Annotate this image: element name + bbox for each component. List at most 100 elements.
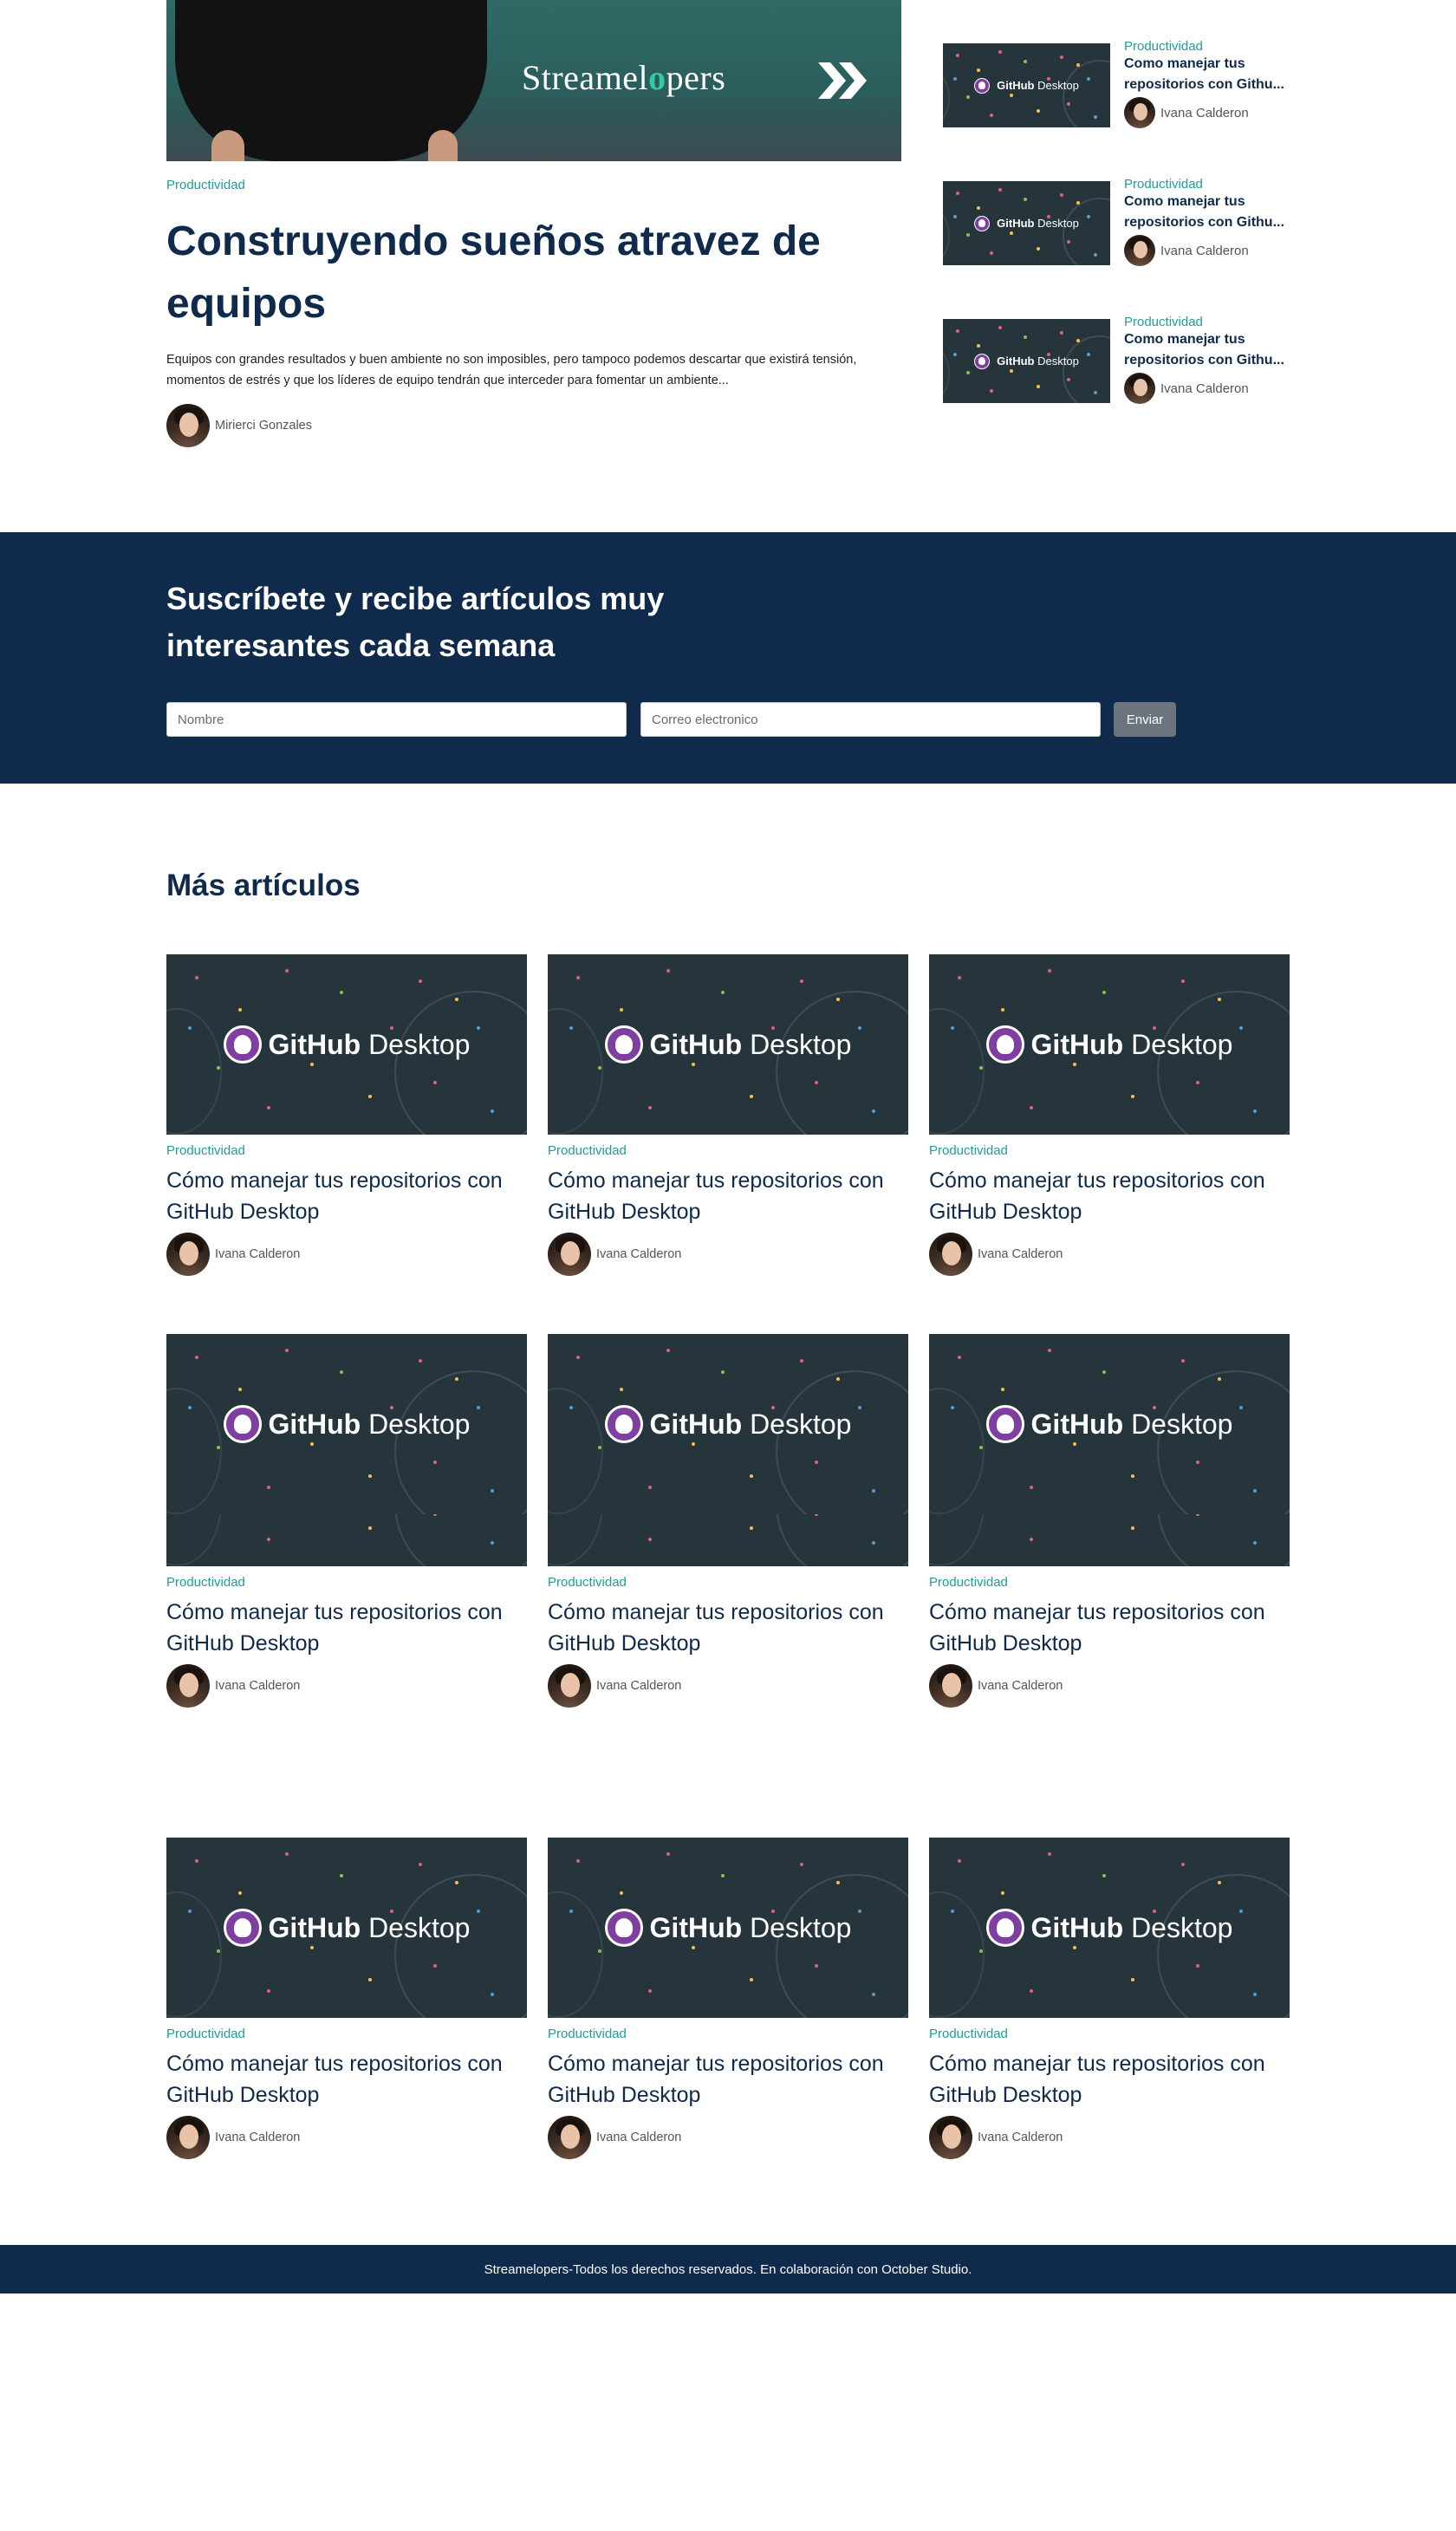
github-icon xyxy=(223,1909,262,1947)
card-thumbnail[interactable]: GitHub Desktop xyxy=(166,1838,527,2018)
avatar xyxy=(929,2116,972,2159)
card-author[interactable]: Ivana Calderon xyxy=(548,2116,908,2159)
card-title[interactable]: Cómo manejar tus repositorios con GitHub… xyxy=(548,1597,908,1659)
github-desktop-thumbnail: GitHub Desktop xyxy=(166,1838,527,2018)
card-author[interactable]: Ivana Calderon xyxy=(548,1233,908,1276)
card-title[interactable]: Cómo manejar tus repositorios con GitHub… xyxy=(929,1165,1290,1227)
author-name: Ivana Calderon xyxy=(596,2131,682,2144)
email-input[interactable] xyxy=(640,702,1101,737)
avatar xyxy=(548,1664,591,1708)
card-thumbnail[interactable]: GitHub Desktop xyxy=(166,954,527,1135)
author-name: Ivana Calderon xyxy=(978,2131,1063,2144)
avatar xyxy=(166,1664,210,1708)
footer-text: Streamelopers-Todos los derechos reserva… xyxy=(484,2261,972,2277)
card-title[interactable]: Cómo manejar tus repositorios con GitHub… xyxy=(929,2048,1290,2111)
article-card[interactable]: GitHub Desktop Productividad Cómo manejar … xyxy=(929,1838,1290,2159)
newsletter-title: Suscríbete y recibe artículos muy intere… xyxy=(166,581,665,663)
card-author[interactable]: Ivana Calderon xyxy=(166,1233,527,1276)
card-thumbnail[interactable]: GitHub Desktop xyxy=(929,1838,1290,2018)
sidebar-article[interactable]: GitHub Desktop Productividad Como manejar … xyxy=(943,39,1298,139)
card-title[interactable]: Cómo manejar tus repositorios con GitHub… xyxy=(548,2048,908,2111)
sidebar-thumbnail[interactable]: GitHub Desktop xyxy=(943,43,1110,127)
featured-title[interactable]: Construyendo sueños atravez de equipos xyxy=(166,211,825,335)
github-icon xyxy=(974,77,991,94)
github-desktop-thumbnail: GitHub Desktop xyxy=(929,1334,1290,1514)
card-author[interactable]: Ivana Calderon xyxy=(166,2116,527,2159)
card-thumbnail[interactable]: GitHub Desktop xyxy=(166,1334,527,1514)
author-name: Ivana Calderon xyxy=(596,1679,682,1693)
avatar xyxy=(1124,235,1155,266)
sidebar-article[interactable]: GitHub Desktop Productividad Como manejar … xyxy=(943,177,1298,277)
streamelopers-logo: Streamelopers xyxy=(522,58,726,97)
sidebar-author[interactable]: Ivana Calderon xyxy=(1124,373,1297,404)
sidebar-author[interactable]: Ivana Calderon xyxy=(1124,97,1297,128)
name-input[interactable] xyxy=(166,702,627,737)
avatar xyxy=(1124,97,1155,128)
card-title[interactable]: Cómo manejar tus repositorios con GitHub… xyxy=(929,1597,1290,1659)
card-thumbnail[interactable]: GitHub Desktop xyxy=(548,1334,908,1514)
more-articles-title: Más artículos xyxy=(166,869,361,902)
author-name: Ivana Calderon xyxy=(1160,381,1249,396)
sidebar-author[interactable]: Ivana Calderon xyxy=(1124,235,1297,266)
github-icon xyxy=(223,1025,262,1064)
card-category[interactable]: Productividad xyxy=(929,1575,1290,1590)
avatar xyxy=(548,1233,591,1276)
card-category[interactable]: Productividad xyxy=(548,1143,908,1158)
github-icon xyxy=(604,1405,643,1443)
featured-author[interactable]: Mirierci Gonzales xyxy=(166,404,312,447)
article-card[interactable]: GitHub Desktop Productividad Cómo manejar … xyxy=(548,954,908,1276)
card-category[interactable]: Productividad xyxy=(929,2027,1290,2041)
sidebar-title[interactable]: Como manejar tus repositorios con Githu..… xyxy=(1124,329,1297,371)
card-thumbnail[interactable]: GitHub Desktop xyxy=(929,954,1290,1135)
author-name: Ivana Calderon xyxy=(978,1247,1063,1261)
sidebar-title[interactable]: Como manejar tus repositorios con Githu..… xyxy=(1124,54,1297,95)
article-card[interactable]: GitHub Desktop Productividad Cómo manejar … xyxy=(166,954,527,1276)
article-card[interactable]: GitHub Desktop Productividad Cómo manejar … xyxy=(929,954,1290,1276)
footer: Streamelopers-Todos los derechos reserva… xyxy=(0,2245,1456,2294)
article-card[interactable]: GitHub Desktop Productividad Cómo manejar … xyxy=(548,1838,908,2159)
submit-button[interactable]: Enviar xyxy=(1114,702,1176,737)
github-desktop-thumbnail: GitHub Desktop xyxy=(548,954,908,1135)
article-card[interactable]: GitHub Desktop Productividad Cómo manejar … xyxy=(166,1838,527,2159)
card-category[interactable]: Productividad xyxy=(548,2027,908,2041)
sidebar-title[interactable]: Como manejar tus repositorios con Githu..… xyxy=(1124,192,1297,233)
github-icon xyxy=(974,215,991,231)
card-thumbnail[interactable]: GitHub Desktop xyxy=(548,954,908,1135)
avatar xyxy=(1124,373,1155,404)
card-title[interactable]: Cómo manejar tus repositorios con GitHub… xyxy=(548,1165,908,1227)
card-thumbnail[interactable]: GitHub Desktop xyxy=(929,1334,1290,1514)
card-thumbnail[interactable]: GitHub Desktop xyxy=(548,1838,908,2018)
featured-category[interactable]: Productividad xyxy=(166,178,245,192)
card-category[interactable]: Productividad xyxy=(166,1575,527,1590)
sidebar-article[interactable]: GitHub Desktop Productividad Como manejar … xyxy=(943,315,1298,414)
sidebar-thumbnail[interactable]: GitHub Desktop xyxy=(943,319,1110,403)
avatar xyxy=(929,1233,972,1276)
card-title[interactable]: Cómo manejar tus repositorios con GitHub… xyxy=(166,1165,527,1227)
sidebar-category[interactable]: Productividad xyxy=(1124,39,1297,54)
card-author[interactable]: Ivana Calderon xyxy=(548,1664,908,1708)
card-category[interactable]: Productividad xyxy=(548,1575,908,1590)
featured-image[interactable]: Streamelopers xyxy=(166,0,901,161)
author-name: Mirierci Gonzales xyxy=(215,419,312,433)
card-category[interactable]: Productividad xyxy=(929,1143,1290,1158)
card-author[interactable]: Ivana Calderon xyxy=(929,1233,1290,1276)
sidebar-category[interactable]: Productividad xyxy=(1124,177,1297,192)
card-author[interactable]: Ivana Calderon xyxy=(929,1664,1290,1708)
avatar xyxy=(929,1664,972,1708)
double-chevron-right-icon xyxy=(818,62,867,99)
card-title[interactable]: Cómo manejar tus repositorios con GitHub… xyxy=(166,2048,527,2111)
card-author[interactable]: Ivana Calderon xyxy=(929,2116,1290,2159)
sidebar-category[interactable]: Productividad xyxy=(1124,315,1297,329)
author-name: Ivana Calderon xyxy=(215,1247,301,1261)
sidebar-thumbnail[interactable]: GitHub Desktop xyxy=(943,181,1110,265)
avatar xyxy=(166,1233,210,1276)
card-author[interactable]: Ivana Calderon xyxy=(166,1664,527,1708)
github-icon xyxy=(974,353,991,369)
author-name: Ivana Calderon xyxy=(1160,105,1249,120)
github-desktop-thumbnail: GitHub Desktop xyxy=(166,1334,527,1514)
github-desktop-thumbnail: GitHub Desktop xyxy=(943,319,1110,403)
card-title[interactable]: Cómo manejar tus repositorios con GitHub… xyxy=(166,1597,527,1659)
avatar xyxy=(166,404,210,447)
card-category[interactable]: Productividad xyxy=(166,2027,527,2041)
card-category[interactable]: Productividad xyxy=(166,1143,527,1158)
